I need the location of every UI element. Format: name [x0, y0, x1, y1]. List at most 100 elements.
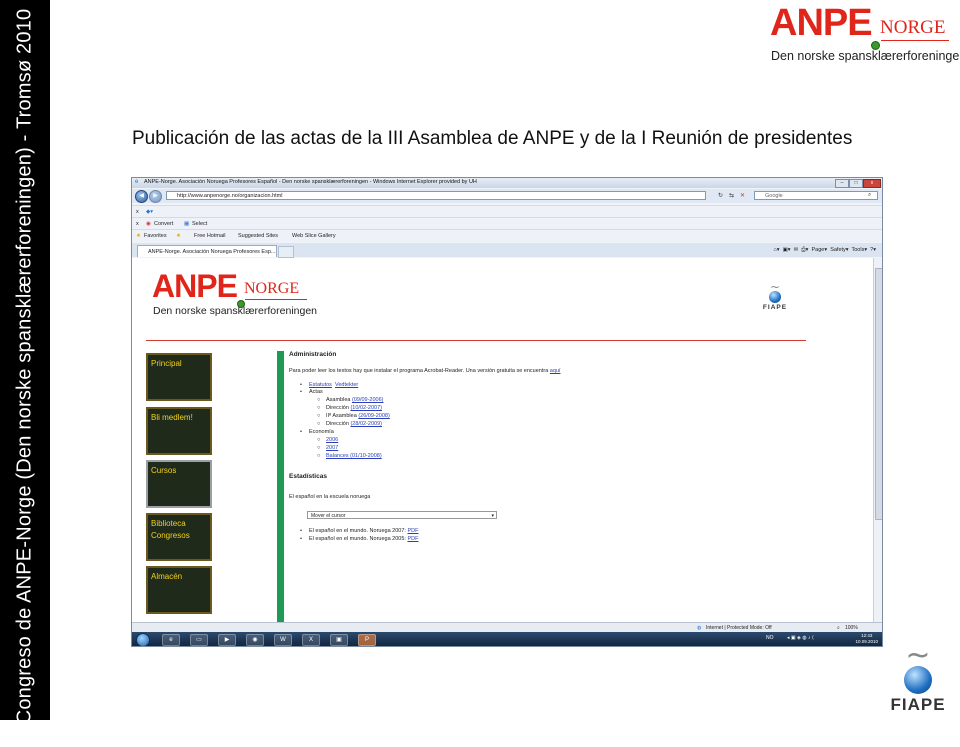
nav-cursos[interactable]: Cursos [146, 460, 212, 508]
tab-row: ANPE-Norge. Asociación Noruega Profesore… [132, 243, 882, 258]
web-slice-link[interactable]: Web Slice Gallery [292, 230, 336, 242]
suggested-sites-link[interactable]: Suggested Sites [238, 230, 278, 242]
slide-title: Publicación de las actas de la III Asamb… [132, 128, 853, 149]
fiape-tilde: ~ [905, 638, 931, 673]
clock[interactable]: 12:43 10.09.2010 [855, 633, 878, 645]
language-indicator[interactable]: NO [766, 635, 774, 641]
address-bar[interactable]: http://www.anpenorge.no/organizacion.htm… [166, 191, 706, 200]
admin-heading: Administración [289, 351, 337, 358]
circle-bullet-icon: ○ [317, 397, 321, 403]
bullet-icon: • [300, 536, 302, 542]
fiape-logo: ~ FIAPE [884, 638, 952, 715]
nav-principal[interactable]: Principal [146, 353, 212, 401]
economia-2006-link[interactable]: 2006 [326, 437, 338, 443]
estatutos-link[interactable]: Estatutos [309, 382, 332, 388]
nav-bli-medlem-label: Bli medlem! [151, 413, 193, 422]
mundo-label: El español en el mundo. Noruega 2007: [309, 528, 406, 534]
dropdown-arrow-icon: ▾ [491, 513, 494, 519]
actas-item: Dirección (28/02-2009) [326, 421, 382, 427]
nav-biblioteca[interactable]: Biblioteca Congresos [146, 513, 212, 561]
site-fiape-logo: ~ FIAPE [757, 281, 793, 311]
circle-bullet-icon: ○ [317, 421, 321, 427]
acrobat-link[interactable]: aquí [550, 368, 561, 374]
refresh-icon[interactable]: ↻ [718, 192, 723, 199]
search-input[interactable]: Google [754, 191, 878, 200]
economia-2007-link[interactable]: 2007 [326, 445, 338, 451]
window-title: ANPE-Norge. Asociación Noruega Profesore… [144, 179, 477, 185]
search-icon[interactable]: ⌕ [868, 192, 871, 199]
vertical-scrollbar[interactable] [873, 258, 882, 622]
tray-icons[interactable]: ◂ ▣ ◈ ◍ ♪ ⟨ [787, 635, 814, 641]
nav-biblioteca-label: Biblioteca [151, 519, 186, 528]
actas-item-link[interactable]: (09/09-2006) [352, 397, 384, 403]
taskbar-firefox-icon[interactable]: ◉ [246, 634, 264, 646]
home-icon[interactable]: ⌂▾ [773, 247, 779, 253]
nav-bli-medlem[interactable]: Bli medlem! [146, 407, 212, 455]
header-divider [146, 340, 806, 341]
fiape-name: FIAPE [890, 695, 946, 714]
go-arrows-icon[interactable]: ⇆ [729, 192, 734, 199]
taskbar-ie-icon[interactable]: e [162, 634, 180, 646]
taskbar-app-icon[interactable]: ▣ [330, 634, 348, 646]
taskbar-explorer-icon[interactable]: ▭ [190, 634, 208, 646]
economia-item: 2006 [326, 437, 338, 443]
start-button[interactable] [136, 633, 150, 646]
taskbar-powerpoint-icon[interactable]: P [358, 634, 376, 646]
minimize-button[interactable]: – [835, 179, 849, 188]
forward-button[interactable]: ▶ [149, 190, 162, 203]
nav-almacen[interactable]: Almacén [146, 566, 212, 614]
actas-item-link[interactable]: (26/09-2008) [358, 413, 390, 419]
circle-bullet-icon: ○ [317, 453, 321, 459]
add-favorite-icon[interactable]: ★ [176, 230, 181, 242]
page-menu[interactable]: Page [812, 247, 825, 253]
balances-link[interactable]: Balances (01/10-2008) [326, 453, 382, 459]
close-button[interactable]: x [863, 179, 881, 188]
site-logo-norge: NORGE [244, 280, 300, 297]
intro-sentence: Para poder leer los textos hay que insta… [289, 368, 549, 374]
new-tab-button[interactable] [278, 246, 294, 258]
actas-item-link[interactable]: (28/02-2009) [350, 421, 382, 427]
taskbar-excel-icon[interactable]: X [302, 634, 320, 646]
logo-norge: NORGE [880, 17, 946, 38]
hotmail-link[interactable]: Free Hotmail [194, 230, 225, 242]
vedtekter-link[interactable]: Vedtekter [335, 382, 358, 388]
stats-select[interactable]: Mover el cursor ▾ [307, 511, 497, 519]
window-titlebar: e ANPE-Norge. Asociación Noruega Profeso… [132, 178, 882, 188]
address-row: ◀ ▶ http://www.anpenorge.no/organizacion… [132, 189, 882, 203]
mundo-row: El español en el mundo. Noruega 2005: PD… [309, 536, 418, 542]
economia-item: Balances (01/10-2008) [326, 453, 382, 459]
safety-menu[interactable]: Safety [830, 247, 846, 253]
content-green-bar [277, 351, 284, 622]
taskbar-word-icon[interactable]: W [274, 634, 292, 646]
mundo-pdf-link[interactable]: PDF [407, 528, 418, 534]
economia-label: Economía [309, 429, 334, 435]
help-icon[interactable]: ?▾ [870, 247, 876, 253]
estadisticas-heading: Estadísticas [289, 473, 327, 480]
tab-anpe[interactable]: ANPE-Norge. Asociación Noruega Profesore… [137, 245, 277, 257]
mail-icon[interactable]: ✉ [794, 247, 799, 253]
actas-item-label: Dirección [326, 405, 349, 411]
circle-bullet-icon: ○ [317, 445, 321, 451]
site-logo-rule [245, 299, 307, 300]
tools-menu[interactable]: Tools [852, 247, 865, 253]
actas-item-label: Asamblea [326, 397, 351, 403]
mundo-pdf-link[interactable]: PDF [407, 536, 418, 542]
command-bar: ⌂▾ ▣▾ ✉ ⎙▾ Page▾ Safety▾ Tools▾ ?▾ [773, 247, 876, 253]
scrollbar-thumb[interactable] [875, 268, 882, 520]
print-icon[interactable]: ⎙▾ [801, 247, 808, 253]
taskbar-media-icon[interactable]: ▶ [218, 634, 236, 646]
feeds-icon[interactable]: ▣▾ [783, 247, 791, 253]
actas-item-link[interactable]: (10/02-2007) [350, 405, 382, 411]
logo-rule [881, 40, 949, 41]
anpe-logo: ANPE NORGE Den norske spansklærerforenin… [770, 2, 960, 66]
maximize-button[interactable]: □ [849, 179, 863, 188]
favorites-bar: ★ Favorites ★ Free Hotmail Suggested Sit… [132, 229, 882, 242]
browser-screenshot: e ANPE-Norge. Asociación Noruega Profeso… [131, 177, 883, 647]
favorites-button[interactable]: Favorites [144, 230, 167, 242]
back-button[interactable]: ◀ [135, 190, 148, 203]
actas-item: IIª Asamblea (26/09-2008) [326, 413, 390, 419]
intro-text: Para poder leer los textos hay que insta… [289, 368, 561, 374]
taskbar: e ▭ ▶ ◉ W X ▣ P NO ◂ ▣ ◈ ◍ ♪ ⟨ 12:43 10.… [132, 632, 882, 646]
site-logo-tagline: Den norske spansklærerforeningen [153, 305, 318, 317]
stop-icon[interactable]: ✕ [740, 192, 745, 199]
